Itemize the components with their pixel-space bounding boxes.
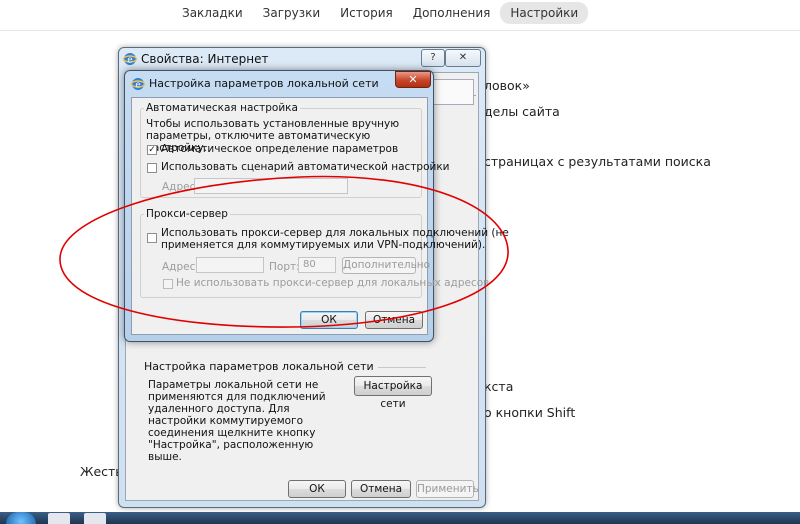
taskbar-app-icon[interactable] (48, 513, 70, 524)
auto-config-label: Автоматическая настройка (144, 102, 300, 114)
bg-text-5: о кнопки Shift (484, 405, 576, 420)
start-orb-icon[interactable] (6, 512, 36, 524)
lan-settings-button[interactable]: Настройка сети (354, 376, 432, 410)
bypass-local-label: Не использовать прокси-сервер для локаль… (176, 277, 490, 289)
lan-section-label: Настройка параметров локальной сети (144, 360, 378, 373)
lan-description: Параметры локальной сети не применяются … (148, 379, 326, 463)
outer-dialog-title: Свойства: Интернет (141, 52, 269, 66)
nav-divider (0, 30, 800, 31)
bg-text-1: ловок» (484, 78, 530, 93)
nav-bookmarks[interactable]: Закладки (172, 2, 253, 24)
taskbar-app-icon[interactable] (84, 513, 106, 524)
auto-detect-checkbox[interactable]: ✓ (147, 145, 157, 155)
use-script-checkbox[interactable] (147, 163, 157, 173)
nav-settings[interactable]: Настройки (500, 2, 589, 24)
script-address-label: Адрес (162, 181, 196, 193)
svg-text:e: e (135, 81, 141, 91)
script-address-input[interactable] (194, 178, 348, 194)
proxy-port-label: Порт: (269, 261, 300, 273)
use-script-label: Использовать сценарий автоматической нас… (161, 161, 450, 173)
outer-ok-button[interactable]: ОК (288, 480, 346, 498)
use-proxy-label-1: Использовать прокси-сервер для локальных… (161, 227, 509, 239)
use-proxy-label-2: применяется для коммутируемых или VPN-по… (161, 239, 486, 251)
proxy-port-input[interactable]: 80 (298, 257, 336, 273)
lan-dialog-body: Автоматическая настройка Чтобы использов… (131, 97, 509, 335)
nav-history[interactable]: История (330, 2, 403, 24)
lan-cancel-button[interactable]: Отмена (365, 311, 423, 329)
auto-detect-label: Автоматическое определение параметров (161, 143, 399, 155)
advanced-button[interactable]: Дополнительно (342, 257, 430, 274)
lan-dialog-title: Настройка параметров локальной сети (149, 77, 379, 90)
outer-cancel-button[interactable]: Отмена (351, 480, 411, 498)
use-proxy-checkbox[interactable] (147, 233, 157, 243)
proxy-address-input[interactable] (196, 257, 264, 273)
proxy-group-label: Прокси-сервер (144, 208, 230, 220)
bg-text-3: страницах с результатами поиска (484, 154, 711, 169)
outer-close-button[interactable]: ✕ (445, 49, 481, 67)
browser-nav: Закладки Загрузки История Дополнения Нас… (172, 2, 589, 24)
proxy-address-label: Адрес: (162, 261, 199, 273)
lan-settings-dialog: e Настройка параметров локальной сети ✕ … (124, 70, 509, 342)
nav-addons[interactable]: Дополнения (403, 2, 501, 24)
bypass-local-checkbox[interactable] (163, 279, 173, 289)
ie-icon: e (131, 78, 145, 91)
svg-text:e: e (127, 56, 133, 66)
lan-close-button[interactable]: ✕ (395, 71, 431, 88)
outer-apply-button[interactable]: Применить (416, 480, 479, 498)
lan-ok-button[interactable]: ОК (300, 311, 358, 329)
help-button[interactable]: ? (421, 49, 445, 67)
ie-icon: e (123, 53, 137, 66)
bg-text-4: кста (484, 379, 514, 394)
taskbar (0, 512, 800, 524)
nav-downloads[interactable]: Загрузки (253, 2, 331, 24)
bg-text-2: делы сайта (484, 104, 560, 119)
